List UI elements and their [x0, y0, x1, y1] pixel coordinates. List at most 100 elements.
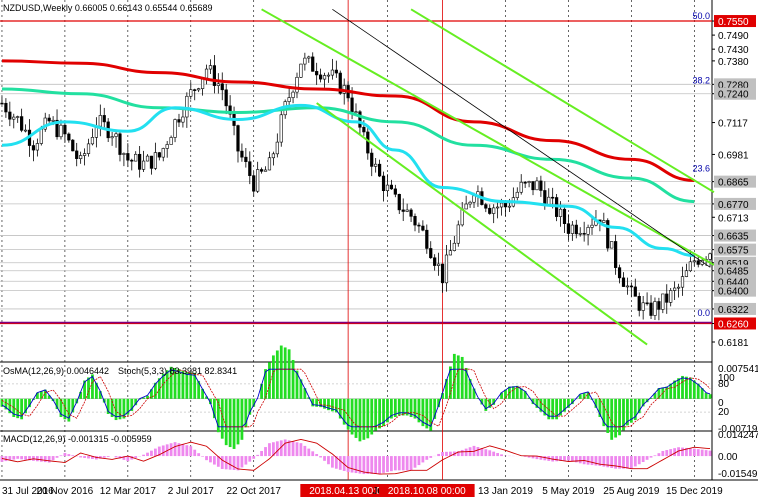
candle-body[interactable]	[130, 159, 134, 162]
macd-bar[interactable]	[637, 456, 641, 465]
macd-bar[interactable]	[295, 442, 299, 457]
candle-body[interactable]	[378, 163, 382, 177]
osma-bar[interactable]	[606, 398, 610, 433]
macd-bar[interactable]	[386, 456, 389, 473]
macd-bar[interactable]	[307, 448, 311, 457]
candle-body[interactable]	[90, 137, 95, 145]
macd-bar[interactable]	[173, 442, 177, 457]
candle-body[interactable]	[610, 241, 614, 249]
candle-body[interactable]	[334, 69, 338, 74]
macd-bar[interactable]	[692, 448, 696, 457]
macd-bar[interactable]	[315, 454, 319, 457]
osma-bar[interactable]	[275, 350, 279, 399]
candle-body[interactable]	[421, 225, 425, 231]
osma-bar[interactable]	[511, 386, 515, 399]
macd-bar[interactable]	[185, 445, 189, 457]
candle-body[interactable]	[165, 144, 169, 149]
candle-body[interactable]	[259, 169, 264, 172]
osma-bar[interactable]	[692, 380, 696, 399]
candle-body[interactable]	[665, 293, 669, 303]
osma-bar[interactable]	[452, 353, 456, 399]
candle-body[interactable]	[248, 161, 252, 176]
macd-bar[interactable]	[197, 453, 201, 457]
macd-bar[interactable]	[610, 456, 614, 468]
candle-body[interactable]	[417, 224, 421, 227]
candle-body[interactable]	[8, 111, 12, 120]
candle-body[interactable]	[358, 111, 362, 128]
macd-bar[interactable]	[429, 456, 433, 458]
candle-body[interactable]	[114, 133, 118, 137]
osma-bar[interactable]	[681, 375, 684, 399]
candle-body[interactable]	[263, 169, 268, 172]
candle-body[interactable]	[299, 63, 303, 78]
macd-bar[interactable]	[150, 450, 153, 457]
candle-body[interactable]	[637, 296, 641, 311]
macd-bar[interactable]	[496, 453, 500, 457]
osma-bar[interactable]	[370, 398, 374, 435]
osma-bar[interactable]	[279, 345, 283, 399]
candle-body[interactable]	[680, 276, 685, 288]
candle-body[interactable]	[169, 137, 173, 145]
candle-body[interactable]	[374, 163, 378, 167]
candle-body[interactable]	[527, 181, 531, 183]
macd-bar[interactable]	[366, 456, 370, 474]
macd-bar[interactable]	[283, 439, 287, 457]
macd-bar[interactable]	[201, 456, 204, 457]
candle-body[interactable]	[220, 83, 224, 91]
macd-bar[interactable]	[240, 456, 244, 468]
osma-bar[interactable]	[614, 398, 618, 438]
candle-body[interactable]	[496, 206, 500, 209]
macd-bar[interactable]	[700, 449, 704, 457]
candle-body[interactable]	[472, 195, 476, 203]
candle-body[interactable]	[71, 139, 75, 152]
macd-bar[interactable]	[649, 456, 653, 458]
macd-bar[interactable]	[374, 456, 378, 474]
candle-body[interactable]	[51, 119, 55, 122]
macd-bar[interactable]	[114, 456, 118, 458]
candle-body[interactable]	[503, 202, 508, 208]
macd-bar[interactable]	[169, 443, 173, 457]
candle-body[interactable]	[409, 209, 413, 217]
macd-bar[interactable]	[55, 456, 59, 458]
candle-body[interactable]	[425, 229, 429, 249]
candle-body[interactable]	[110, 136, 114, 139]
candle-body[interactable]	[531, 181, 535, 191]
candle-body[interactable]	[688, 261, 692, 272]
candle-body[interactable]	[267, 157, 272, 171]
candle-body[interactable]	[86, 143, 91, 154]
macd-bar[interactable]	[4, 456, 8, 462]
macd-bar[interactable]	[405, 456, 409, 471]
macd-bar[interactable]	[401, 456, 405, 471]
macd-bar[interactable]	[275, 441, 279, 457]
macd-bar[interactable]	[83, 456, 86, 458]
macd-bar[interactable]	[484, 449, 488, 457]
candle-body[interactable]	[385, 184, 390, 192]
macd-bar[interactable]	[319, 456, 322, 458]
candle-body[interactable]	[629, 285, 633, 288]
candle-body[interactable]	[0, 102, 4, 105]
candle-body[interactable]	[507, 205, 512, 208]
macd-bar[interactable]	[590, 456, 594, 466]
candle-body[interactable]	[389, 184, 394, 190]
macd-bar[interactable]	[594, 456, 598, 466]
candle-body[interactable]	[138, 153, 142, 170]
macd-bar[interactable]	[409, 456, 413, 471]
osma-bar[interactable]	[87, 377, 90, 399]
candle-body[interactable]	[79, 155, 83, 159]
osma-bar[interactable]	[456, 355, 460, 399]
macd-bar[interactable]	[397, 456, 401, 471]
macd-bar[interactable]	[417, 456, 421, 466]
macd-bar[interactable]	[492, 451, 496, 457]
candle-body[interactable]	[23, 129, 28, 132]
macd-bar[interactable]	[35, 456, 39, 462]
macd-bar[interactable]	[661, 450, 665, 457]
candle-body[interactable]	[570, 224, 574, 234]
candle-body[interactable]	[236, 125, 240, 152]
candle-body[interactable]	[574, 224, 578, 235]
osma-bar[interactable]	[224, 398, 228, 446]
candle-body[interactable]	[401, 209, 405, 212]
candle-body[interactable]	[31, 145, 36, 151]
macd-bar[interactable]	[653, 455, 657, 457]
macd-bar[interactable]	[311, 451, 315, 457]
candle-body[interactable]	[318, 74, 323, 80]
